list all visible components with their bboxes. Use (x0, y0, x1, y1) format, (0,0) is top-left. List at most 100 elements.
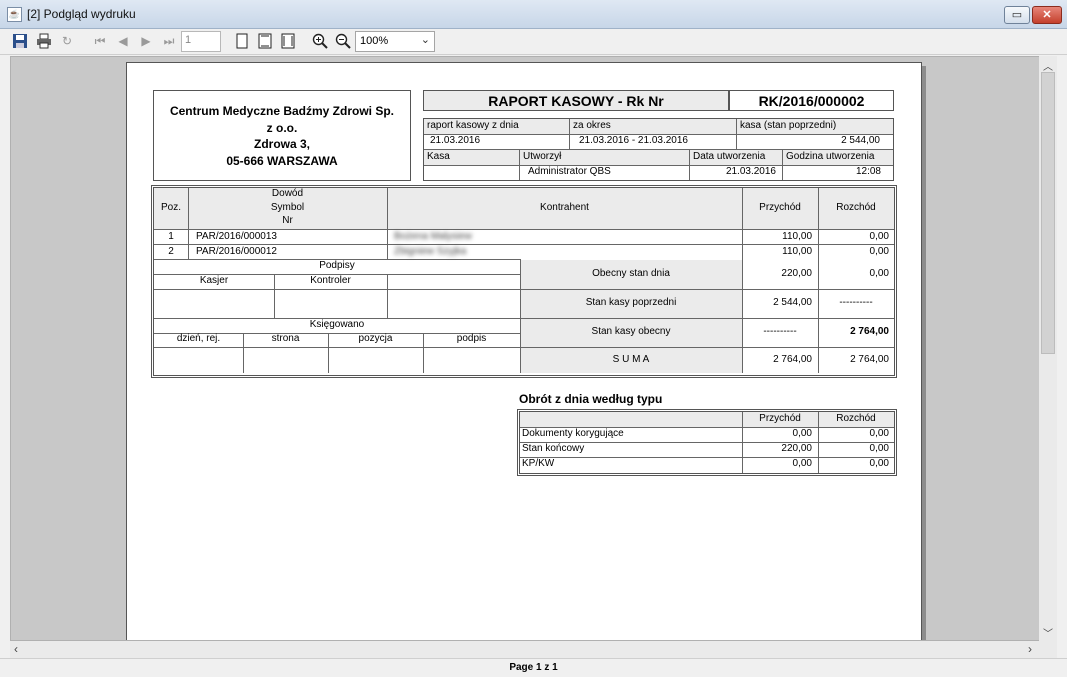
row-rozchod: 0,00 (869, 231, 889, 242)
created-by-label: Utworzył (523, 151, 562, 162)
company-name-line1: Centrum Medyczne Badźmy Zdrowi Sp. (169, 104, 395, 118)
booked-page: strona (271, 333, 300, 344)
cash-report-table: Poz. Dowód Symbol Nr Kontrahent Przychód… (151, 185, 897, 378)
row-kontrahent: Zbigniew Szyjka (394, 246, 467, 257)
col-kontrahent: Kontrahent (540, 202, 589, 213)
prev-balance-label: kasa (stan poprzedni) (740, 120, 837, 131)
refresh-icon[interactable]: ↻ (57, 31, 77, 51)
turnover-row-rozchod: 0,00 (869, 428, 889, 439)
zoom-out-icon[interactable] (333, 31, 353, 51)
row-kontrahent: Bożena Malysiew (394, 231, 472, 242)
prev-balance-value: 2 544,00 (841, 135, 880, 146)
date-value: 21.03.2016 (430, 135, 481, 146)
zoom-select[interactable]: 100% ⌄ (355, 31, 435, 52)
col-rozchod: Rozchód (836, 202, 876, 213)
summary-total-przychod: 2 764,00 (773, 354, 812, 365)
signature-kasjer: Kasjer (199, 275, 229, 286)
col-poz: Poz. (160, 202, 181, 213)
horizontal-scrollbar[interactable]: ‹ › (10, 641, 1057, 658)
summary-label-prev-balance: Stan kasy poprzedni (585, 297, 677, 308)
close-button[interactable]: ✕ (1032, 6, 1062, 24)
scroll-left-icon[interactable]: ‹ (14, 642, 18, 656)
turnover-row-przychod: 220,00 (781, 443, 812, 454)
col-symbol: Symbol (270, 202, 305, 213)
next-page-icon[interactable]: ▶ (136, 31, 156, 51)
page-viewport[interactable]: Centrum Medyczne Badźmy Zdrowi Sp. z o.o… (10, 56, 1057, 641)
first-page-icon[interactable]: ⏮ (90, 31, 110, 51)
row-przychod: 110,00 (782, 231, 812, 242)
summary-label-current-balance: Stan kasy obecny (591, 326, 671, 337)
col-nr: Nr (282, 215, 293, 226)
company-name-line2: z o.o. (266, 121, 298, 135)
created-time-label: Godzina utworzenia (786, 151, 875, 162)
java-app-icon: ☕ (7, 7, 22, 22)
col-dowod: Dowód (271, 188, 304, 199)
last-page-icon[interactable]: ⏭ (159, 31, 179, 51)
booked-sign: podpis (456, 333, 487, 344)
window-title: [2] Podgląd wydruku (27, 7, 136, 21)
scroll-up-icon[interactable]: ︿ (1039, 58, 1057, 73)
save-icon[interactable] (10, 31, 30, 51)
period-label: za okres (573, 120, 611, 131)
row-rozchod: 0,00 (869, 246, 889, 257)
row-przychod: 110,00 (782, 246, 812, 257)
summary-total-rozchod: 2 764,00 (850, 354, 889, 365)
vertical-scrollbar[interactable]: ︿ ﹀ (1039, 56, 1057, 641)
vertical-scroll-thumb[interactable] (1041, 72, 1055, 354)
report-number: RK/2016/000002 (758, 93, 865, 109)
signatures-title: Podpisy (319, 260, 355, 271)
turnover-row-label: Stan końcowy (522, 443, 585, 454)
restore-button[interactable]: ▭ (1004, 6, 1030, 24)
scroll-right-icon[interactable]: › (1028, 642, 1032, 656)
turnover-row-label: Dokumenty korygujące (522, 428, 624, 439)
report-info-grid: raport kasowy z dnia za okres kasa (stan… (423, 118, 894, 181)
col-przychod: Przychód (759, 202, 801, 213)
turnover-row-rozchod: 0,00 (869, 443, 889, 454)
booked-day: dzień, rej. (176, 333, 221, 344)
page-status: Page 1 z 1 (0, 658, 1067, 677)
page-number-input[interactable]: 1 (181, 31, 221, 52)
row-poz: 1 (168, 231, 174, 242)
company-city: 05-666 WARSZAWA (226, 154, 338, 168)
period-value: 21.03.2016 - 21.03.2016 (579, 135, 688, 146)
summary-current-day-przychod: 220,00 (781, 268, 812, 279)
summary-label-total: S U M A (612, 354, 650, 365)
created-date-label: Data utworzenia (693, 151, 766, 162)
turnover-col-przychod: Przychód (759, 413, 801, 424)
chevron-down-icon: ⌄ (420, 34, 430, 46)
kasa-label: Kasa (427, 151, 450, 162)
summary-current-balance-rozchod: 2 764,00 (850, 326, 889, 337)
turnover-row-przychod: 0,00 (792, 428, 812, 439)
scroll-down-icon[interactable]: ﹀ (1039, 625, 1057, 640)
created-date-value: 21.03.2016 (725, 166, 776, 177)
signature-kontroler: Kontroler (310, 275, 351, 286)
turnover-title: Obrót z dnia według typu (519, 392, 663, 406)
turnover-row-przychod: 0,00 (792, 458, 812, 469)
row-symbol: PAR/2016/000013 (196, 231, 277, 242)
report-title: RAPORT KASOWY - Rk Nr (488, 93, 664, 109)
turnover-col-rozchod: Rozchód (836, 413, 876, 424)
summary-current-day-rozchod: 0,00 (869, 268, 889, 279)
preview-toolbar: ↻ ⏮ ◀ ▶ ⏭ 1 100% ⌄ (0, 29, 1067, 55)
summary-label-current-day: Obecny stan dnia (592, 268, 670, 279)
print-icon[interactable] (34, 31, 54, 51)
previous-page-icon[interactable]: ◀ (113, 31, 133, 51)
company-box: Centrum Medyczne Badźmy Zdrowi Sp. z o.o… (153, 90, 411, 181)
summary-prev-balance-przychod: 2 544,00 (773, 297, 812, 308)
summary-current-balance-przychod: ---------- (763, 326, 797, 337)
report-page: Centrum Medyczne Badźmy Zdrowi Sp. z o.o… (126, 62, 922, 640)
zoom-in-icon[interactable] (310, 31, 330, 51)
fit-width-icon[interactable] (278, 31, 298, 51)
date-label: raport kasowy z dnia (427, 120, 519, 131)
report-title-box: RAPORT KASOWY - Rk Nr (423, 90, 729, 111)
turnover-table: Przychód Rozchód Dokumenty korygujące 0,… (517, 409, 897, 476)
company-street: Zdrowa 3, (253, 137, 310, 151)
actual-size-icon[interactable] (232, 31, 252, 51)
created-time-value: 12:08 (855, 166, 881, 177)
zoom-value: 100% (360, 35, 389, 47)
created-by-value: Administrator QBS (528, 166, 611, 177)
turnover-row-label: KP/KW (522, 458, 555, 469)
fit-page-icon[interactable] (255, 31, 275, 51)
booked-title: Księgowano (309, 319, 365, 330)
row-poz: 2 (168, 246, 174, 257)
